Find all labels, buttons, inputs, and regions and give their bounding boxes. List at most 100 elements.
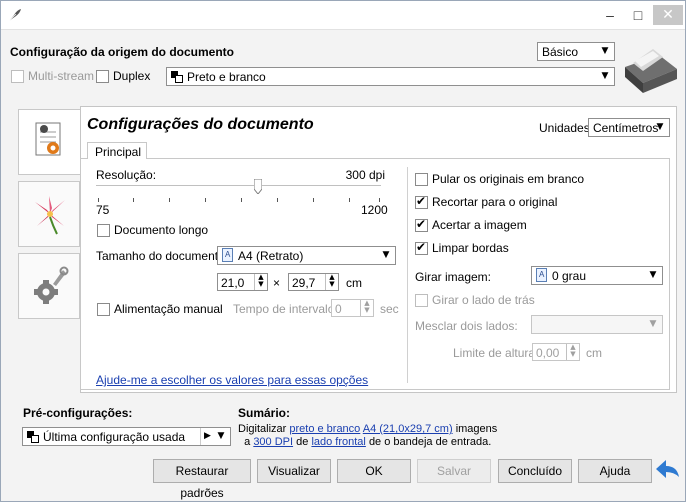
rotate-back-checkbox[interactable] [415, 294, 428, 307]
close-button[interactable]: ✕ [653, 5, 683, 25]
height-limit-spinner[interactable]: 0,00 ▲ ▼ [532, 343, 580, 361]
slider-tick [133, 198, 134, 202]
color-mode-value: Preto e branco [187, 70, 266, 84]
chevron-down-icon: ▼ [649, 270, 657, 280]
duplex-checkbox[interactable] [96, 70, 109, 83]
resolution-slider-track[interactable] [96, 185, 381, 187]
source-config-label: Configuração da origem do documento [10, 45, 235, 59]
long-document-label: Documento longo [114, 223, 209, 237]
merge-select[interactable]: ▼ [531, 315, 663, 334]
chevron-down-icon: ▼ [601, 71, 609, 81]
height-value: 29,7 [292, 276, 316, 290]
merge-label: Mesclar dois lados: [415, 319, 518, 333]
title-bar: – □ ✕ [1, 1, 685, 29]
crop-label: Recortar para o original [432, 195, 558, 209]
summary-color-link[interactable]: preto e branco [289, 423, 360, 435]
multistream-label: Multi-stream [28, 69, 95, 83]
slider-tick [169, 198, 170, 202]
scanner-settings-window: – □ ✕ Configuração da origem do document… [0, 0, 686, 502]
image-settings-tab[interactable] [18, 181, 80, 247]
slider-tick [313, 198, 314, 202]
document-settings-icon [35, 122, 61, 156]
preview-button[interactable]: Visualizar [257, 459, 331, 483]
minimize-button[interactable]: – [597, 5, 623, 25]
rotate-value: 0 grau [552, 269, 587, 283]
width-value: 21,0 [221, 276, 245, 290]
manual-feed-checkbox[interactable] [97, 303, 110, 316]
slider-tick [349, 198, 350, 202]
duplex-label: Duplex [113, 69, 151, 83]
title-divider [1, 29, 685, 30]
skip-blank-label: Pular os originais em branco [432, 172, 585, 186]
preset-menu-arrow-icon[interactable]: ▶ [200, 428, 214, 445]
spinner-arrows-icon[interactable]: ▲ ▼ [254, 274, 267, 290]
tab-principal-label: Principal [95, 145, 142, 159]
presets-select[interactable]: Última configuração usada ▶ ▼ [22, 427, 231, 446]
document-icon: A [222, 248, 233, 262]
document-settings-tab[interactable] [18, 109, 80, 175]
chevron-down-icon: ▼ [656, 122, 664, 132]
chevron-down-icon: ▼ [601, 46, 609, 56]
presets-label: Pré-configurações: [23, 406, 133, 420]
skip-blank-checkbox[interactable] [415, 173, 428, 186]
clean-edges-checkbox[interactable]: ✔ [415, 240, 428, 255]
slider-tick [205, 198, 206, 202]
width-spinner[interactable]: 21,0 ▲ ▼ [217, 273, 268, 291]
clean-edges-label: Limpar bordas [432, 241, 509, 255]
save-button[interactable]: Salvar [417, 459, 491, 483]
mode-select-value: Básico [542, 45, 579, 59]
checkmark-icon: ✔ [416, 217, 427, 231]
black-white-icon [27, 431, 39, 443]
checkmark-icon: ✔ [416, 240, 427, 254]
multistream-checkbox[interactable] [11, 70, 24, 83]
done-button[interactable]: Concluído [498, 459, 572, 483]
doc-size-select[interactable]: A A4 (Retrato) ▼ [217, 246, 396, 265]
tools-tab[interactable] [18, 253, 80, 319]
mode-select[interactable]: Básico ▼ [537, 42, 615, 61]
spinner-arrows-icon[interactable]: ▲ ▼ [360, 300, 373, 316]
summary-text-part: imagens [455, 423, 498, 435]
spinner-arrows-icon[interactable]: ▲ ▼ [566, 344, 579, 360]
height-limit-value: 0,00 [536, 346, 560, 360]
interval-unit: sec [380, 302, 399, 316]
tab-principal[interactable]: Principal [87, 142, 147, 159]
crop-checkbox[interactable]: ✔ [415, 194, 428, 209]
summary-size-link[interactable]: A4 (21,0x29,7 cm) [363, 423, 453, 435]
interval-spinner[interactable]: 0 ▲ ▼ [331, 299, 374, 317]
height-spinner[interactable]: 29,7 ▲ ▼ [288, 273, 339, 291]
presets-value: Última configuração usada [43, 430, 186, 444]
summary-text-part: de o bandeja de entrada. [368, 436, 492, 448]
color-mode-select[interactable]: Preto e branco ▼ [166, 67, 615, 86]
rotate-back-label: Girar o lado de trás [432, 293, 535, 307]
manual-feed-label: Alimentação manual [114, 302, 223, 316]
tools-icon [34, 266, 69, 304]
black-white-icon [171, 71, 183, 83]
doc-size-value: A4 (Retrato) [238, 249, 304, 263]
settings-title: Configurações do documento [87, 116, 314, 133]
help-link[interactable]: Ajude-me a escolher os valores para essa… [96, 373, 368, 387]
summary-text-part: a [244, 436, 251, 448]
times-symbol: × [273, 276, 281, 290]
size-unit-label: cm [346, 276, 362, 290]
summary-dpi-link[interactable]: 300 DPI [253, 436, 293, 448]
restore-defaults-button[interactable]: Restaurar padrões [153, 459, 251, 500]
maximize-button[interactable]: □ [625, 5, 651, 25]
rotate-select[interactable]: A 0 grau ▼ [531, 266, 663, 285]
back-arrow-icon[interactable] [655, 457, 681, 483]
help-button[interactable]: Ajuda [578, 459, 652, 483]
resolution-value: 300 dpi [345, 168, 385, 182]
spinner-arrows-icon[interactable]: ▲ ▼ [325, 274, 338, 290]
straighten-checkbox[interactable]: ✔ [415, 217, 428, 232]
units-value: Centímetros [593, 121, 659, 135]
long-document-checkbox[interactable] [97, 224, 110, 237]
left-tabs [18, 109, 80, 321]
height-limit-label: Limite de altura: [453, 346, 539, 360]
flower-icon [35, 196, 65, 235]
slider-tick [277, 198, 278, 202]
units-select[interactable]: Centímetros ▼ [588, 118, 670, 137]
ok-button[interactable]: OK [337, 459, 411, 483]
summary-side-link[interactable]: lado frontal [311, 436, 365, 448]
resolution-slider-thumb[interactable] [254, 179, 262, 194]
chevron-down-icon: ▼ [382, 250, 390, 260]
document-icon: A [536, 268, 547, 282]
